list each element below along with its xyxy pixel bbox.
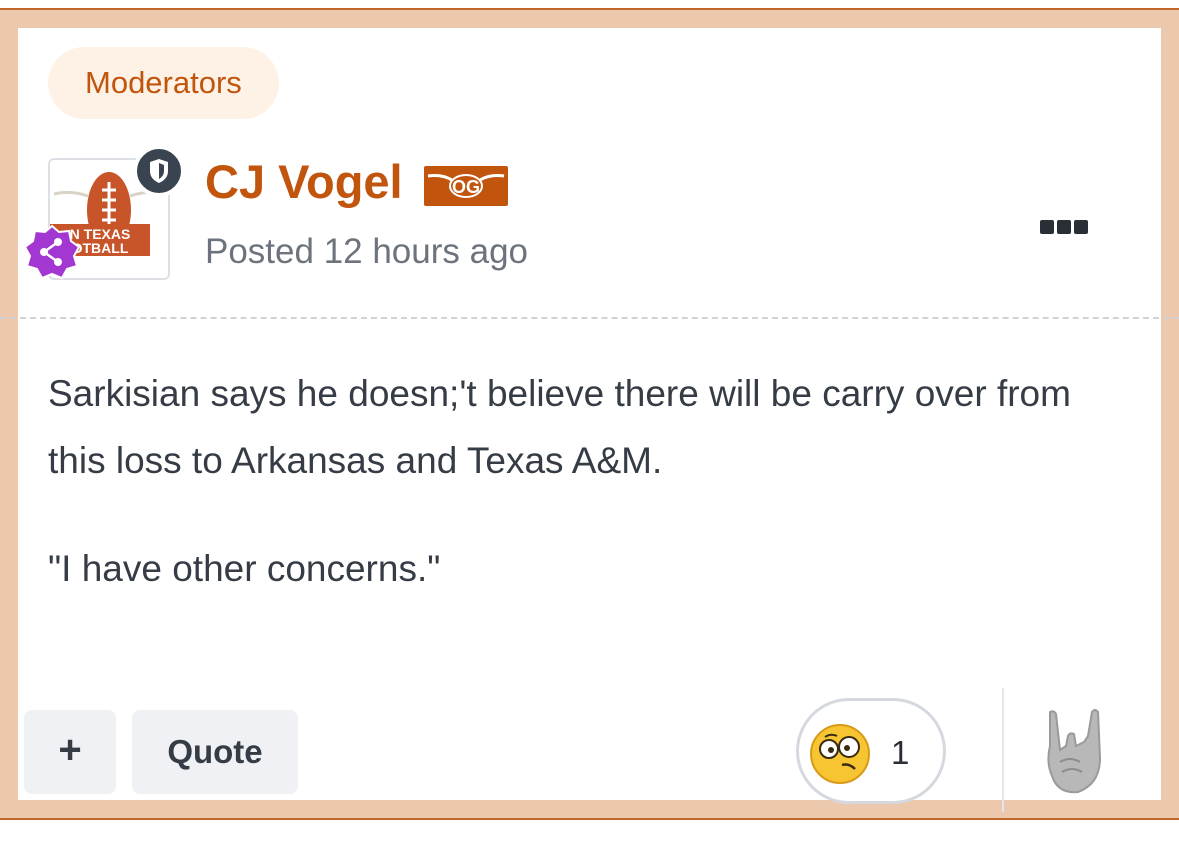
hook-em-horns-icon[interactable]: [1040, 706, 1112, 798]
more-options-icon[interactable]: [1040, 212, 1100, 242]
multiquote-add-button[interactable]: +: [24, 710, 116, 794]
og-rank-badge: OG: [424, 166, 508, 206]
post-timestamp[interactable]: Posted 12 hours ago: [205, 228, 528, 276]
post-content: Sarkisian says he doesn;'t believe there…: [48, 360, 1128, 643]
confused-face-icon: [810, 724, 870, 784]
header-divider: [0, 317, 1179, 319]
reaction-separator: [1002, 688, 1004, 812]
post-paragraph: "I have other concerns.": [48, 548, 441, 589]
reaction-summary[interactable]: 1: [796, 698, 946, 804]
og-badge-text: OG: [452, 177, 480, 197]
share-badge-icon[interactable]: [23, 224, 81, 280]
avatar-text-line2: OTBALL: [72, 240, 129, 256]
quote-button[interactable]: Quote: [132, 710, 298, 794]
reaction-count: 1: [891, 734, 910, 771]
group-badge: Moderators: [48, 47, 279, 119]
moderator-shield-icon: [133, 145, 185, 197]
post-paragraph: Sarkisian says he doesn;'t believe there…: [48, 373, 1071, 481]
author-name[interactable]: CJ Vogel: [205, 152, 403, 212]
